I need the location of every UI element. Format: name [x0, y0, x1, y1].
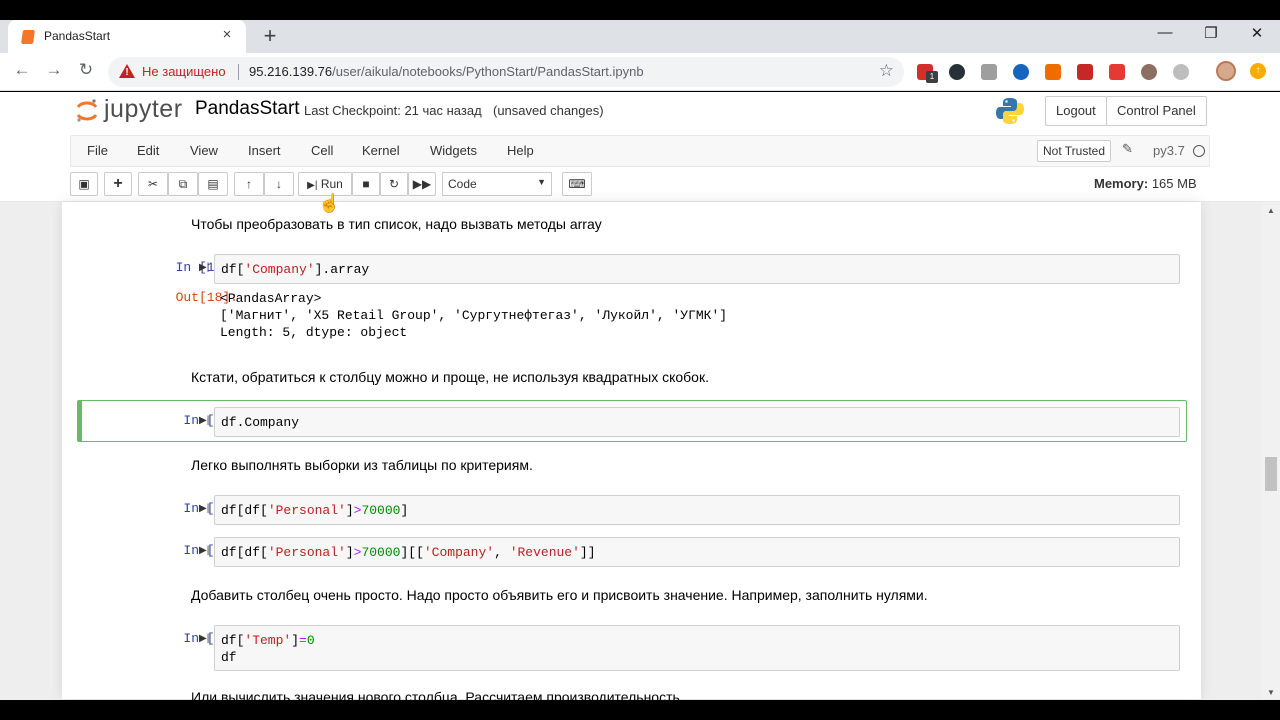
- extension-badge: 1: [926, 71, 938, 83]
- scroll-down-arrow-icon[interactable]: ▼: [1267, 688, 1275, 697]
- move-down-icon[interactable]: ↓: [264, 172, 294, 196]
- extension-icon[interactable]: [1109, 64, 1125, 80]
- extension-icon[interactable]: [1141, 64, 1157, 80]
- extension-icon[interactable]: [1173, 64, 1189, 80]
- fast-forward-icon[interactable]: ▶▶: [408, 172, 436, 196]
- minimize-button[interactable]: —: [1150, 24, 1180, 41]
- hand-cursor-icon: ☝: [318, 193, 341, 213]
- menu-widgets[interactable]: Widgets: [430, 143, 477, 158]
- code-cell-input[interactable]: df[df['Personal']>70000]: [214, 495, 1180, 525]
- heart-extension-icon[interactable]: [1045, 64, 1061, 80]
- run-cell-icon[interactable]: ▶|: [199, 545, 209, 556]
- code-cell-input[interactable]: df.Company: [214, 407, 1180, 437]
- menu-insert[interactable]: Insert: [248, 143, 281, 158]
- menu-bar: File Edit View Insert Cell Kernel Widget…: [70, 135, 1210, 167]
- reload-icon[interactable]: ↻: [74, 60, 98, 80]
- forward-arrow-icon[interactable]: →: [42, 60, 66, 80]
- bookmark-star-icon[interactable]: ☆: [879, 61, 894, 81]
- pencil-icon[interactable]: ✎: [1122, 141, 1133, 157]
- insert-cell-icon[interactable]: +: [104, 172, 132, 196]
- python-logo-icon: [996, 98, 1024, 124]
- menu-kernel[interactable]: Kernel: [362, 143, 400, 158]
- code-cell-input[interactable]: df[df['Personal']>70000][['Company', 'Re…: [214, 537, 1180, 567]
- jupyter-header: jupyter PandasStart Last Checkpoint: 21 …: [0, 92, 1280, 202]
- extension-icon[interactable]: [949, 64, 965, 80]
- jupyter-logo-text[interactable]: jupyter: [104, 95, 183, 124]
- close-window-button[interactable]: ✕: [1242, 24, 1272, 42]
- cut-icon[interactable]: ✂: [138, 172, 168, 196]
- jupyter-logo-icon[interactable]: [76, 99, 98, 123]
- control-panel-button[interactable]: Control Panel: [1106, 96, 1207, 126]
- code-cell-input[interactable]: df['Temp']=0 df: [214, 625, 1180, 671]
- menu-view[interactable]: View: [190, 143, 218, 158]
- extension-icon[interactable]: [1077, 64, 1093, 80]
- run-cell-icon[interactable]: ▶|: [199, 633, 209, 644]
- notebook-name[interactable]: PandasStart: [195, 98, 300, 120]
- insecure-label[interactable]: Не защищено: [142, 64, 226, 79]
- copy-icon[interactable]: ⧉: [168, 172, 198, 196]
- run-cell-icon[interactable]: ▶|: [199, 262, 209, 273]
- not-trusted-badge[interactable]: Not Trusted: [1037, 140, 1112, 162]
- markdown-cell[interactable]: Чтобы преобразовать в тип список, надо в…: [191, 216, 602, 232]
- browser-tab-strip: PandasStart × + — ❐ ✕: [0, 20, 1280, 53]
- run-icon: ▶|: [307, 180, 318, 191]
- browser-tab[interactable]: PandasStart ×: [8, 20, 246, 53]
- tab-title: PandasStart: [44, 29, 111, 43]
- memory-usage: Memory: 165 MB: [1094, 176, 1197, 191]
- notebook-container: Чтобы преобразовать в тип список, надо в…: [62, 202, 1201, 700]
- code-cell-input[interactable]: df['Company'].array: [214, 254, 1180, 284]
- restore-button[interactable]: ❐: [1196, 24, 1226, 42]
- cell-output: <PandasArray> ['Магнит', 'X5 Retail Group…: [220, 291, 728, 340]
- markdown-cell[interactable]: Добавить столбец очень просто. Надо прос…: [191, 587, 928, 603]
- url-text[interactable]: 95.216.139.76/user/aikula/notebooks/Pyth…: [249, 64, 644, 79]
- jupyter-favicon-icon: [21, 30, 35, 44]
- tab-close-icon[interactable]: ×: [218, 26, 236, 43]
- restart-icon[interactable]: ↻: [380, 172, 408, 196]
- save-icon[interactable]: ▣: [70, 172, 98, 196]
- autosave-status: (unsaved changes): [493, 103, 604, 118]
- vertical-scrollbar[interactable]: ▲ ▼: [1262, 202, 1280, 699]
- last-checkpoint: Last Checkpoint: 21 час назад: [304, 103, 482, 118]
- menu-edit[interactable]: Edit: [137, 143, 159, 158]
- screen: PandasStart × + — ❐ ✕ ← → ↻ ! Не защищен…: [0, 0, 1280, 720]
- jupyter-page: jupyter PandasStart Last Checkpoint: 21 …: [0, 92, 1280, 700]
- menu-file[interactable]: File: [87, 143, 108, 158]
- stop-icon[interactable]: ■: [352, 172, 380, 196]
- cell-type-select[interactable]: Code ▼: [442, 172, 552, 196]
- menu-cell[interactable]: Cell: [311, 143, 333, 158]
- scroll-up-arrow-icon[interactable]: ▲: [1267, 206, 1275, 215]
- back-arrow-icon[interactable]: ←: [10, 60, 34, 80]
- markdown-cell[interactable]: Или вычислить значения нового столбца. Р…: [191, 689, 680, 700]
- markdown-cell[interactable]: Легко выполнять выборки из таблицы по кр…: [191, 457, 533, 473]
- kernel-status-icon: [1193, 145, 1205, 157]
- run-cell-icon[interactable]: ▶|: [199, 503, 209, 514]
- browser-toolbar: ← → ↻ ! Не защищено 95.216.139.76/user/a…: [0, 53, 1280, 91]
- update-icon[interactable]: ↑: [1250, 63, 1266, 79]
- scrollbar-thumb[interactable]: [1265, 457, 1277, 491]
- profile-avatar[interactable]: [1216, 61, 1236, 81]
- kernel-name[interactable]: py3.7: [1153, 143, 1185, 158]
- move-up-icon[interactable]: ↑: [234, 172, 264, 196]
- keyboard-icon[interactable]: ⌨: [562, 172, 592, 196]
- address-bar[interactable]: ! Не защищено 95.216.139.76/user/aikula/…: [108, 57, 904, 87]
- run-cell-icon[interactable]: ▶|: [199, 415, 209, 426]
- new-tab-button[interactable]: +: [258, 23, 282, 49]
- markdown-cell[interactable]: Кстати, обратиться к столбцу можно и про…: [191, 369, 709, 385]
- logout-button[interactable]: Logout: [1045, 96, 1107, 126]
- menu-help[interactable]: Help: [507, 143, 534, 158]
- extension-icon[interactable]: [981, 64, 997, 80]
- globe-extension-icon[interactable]: [1013, 64, 1029, 80]
- paste-icon[interactable]: ▤: [198, 172, 228, 196]
